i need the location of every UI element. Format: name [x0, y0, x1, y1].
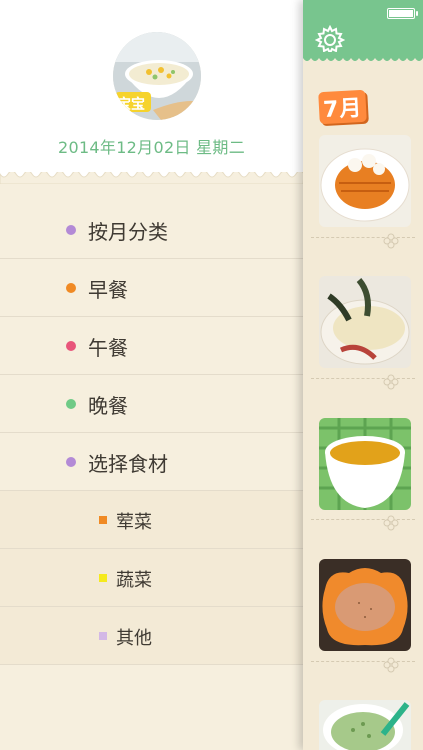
bullet-dot: [66, 341, 76, 351]
header-scallop-edge: [303, 52, 423, 61]
menu-item-label: 午餐: [88, 336, 128, 360]
meat-puree-image: [319, 559, 411, 651]
pumpkin-dish-image: [319, 135, 411, 227]
menu-item-label: 选择食材: [88, 452, 168, 476]
sub-item-label: 其他: [116, 628, 152, 649]
avatar[interactable]: 宝宝: [113, 32, 201, 120]
flower-icon: [383, 515, 399, 531]
bullet-dot: [66, 399, 76, 409]
menu-item-lunch[interactable]: 午餐: [0, 317, 303, 375]
side-drawer: 宝宝 2014年12月02日 星期二 按月分类 早餐 午餐 晚餐 选择食材 荤菜: [0, 0, 303, 750]
bullet-square: [99, 632, 107, 640]
recipe-thumbnail[interactable]: [319, 700, 411, 750]
avatar-badge-text: 宝宝: [117, 97, 145, 113]
gear-icon[interactable]: [315, 25, 345, 55]
menu-item-label: 按月分类: [88, 220, 168, 244]
divider: [311, 378, 415, 380]
pumpkin-soup-image: [319, 418, 411, 510]
menu-item-breakfast[interactable]: 早餐: [0, 259, 303, 317]
menu-item-label: 早餐: [88, 278, 128, 302]
bullet-square: [99, 574, 107, 582]
divider: [311, 519, 415, 521]
divider: [311, 237, 415, 239]
sub-item-label: 荤菜: [116, 512, 152, 533]
menu-item-label: 晚餐: [88, 394, 128, 418]
menu-item-dinner[interactable]: 晚餐: [0, 375, 303, 433]
current-date: 2014年12月02日 星期二: [57, 138, 246, 157]
sub-item-label: 蔬菜: [116, 570, 152, 591]
flower-icon: [383, 657, 399, 673]
bullet-square: [99, 516, 107, 524]
bullet-dot: [66, 283, 76, 293]
sub-item-meat[interactable]: 荤菜: [0, 491, 303, 549]
header-wave-edge: [0, 172, 303, 184]
recipe-thumbnail[interactable]: [319, 276, 411, 368]
divider: [311, 661, 415, 663]
bullet-dot: [66, 225, 76, 235]
menu-item-by-month[interactable]: 按月分类: [0, 201, 303, 259]
recipe-thumbnail[interactable]: [319, 135, 411, 227]
green-porridge-image: [319, 700, 411, 750]
main-panel: 7月: [303, 0, 423, 750]
drawer-header: 宝宝 2014年12月02日 星期二: [0, 0, 303, 178]
flower-icon: [383, 374, 399, 390]
recipe-thumbnail[interactable]: [319, 418, 411, 510]
battery-icon: [387, 8, 418, 19]
sub-item-vegetables[interactable]: 蔬菜: [0, 549, 303, 607]
month-label: 7月: [318, 89, 368, 125]
bullet-dot: [66, 457, 76, 467]
recipe-thumbnail[interactable]: [319, 559, 411, 651]
panel-header: [303, 0, 423, 58]
mashed-potato-image: [319, 276, 411, 368]
sub-item-other[interactable]: 其他: [0, 607, 303, 665]
menu-item-choose-ingredients[interactable]: 选择食材: [0, 433, 303, 491]
drawer-menu: 按月分类 早餐 午餐 晚餐 选择食材 荤菜 蔬菜 其他: [0, 201, 303, 665]
flower-icon: [383, 233, 399, 249]
